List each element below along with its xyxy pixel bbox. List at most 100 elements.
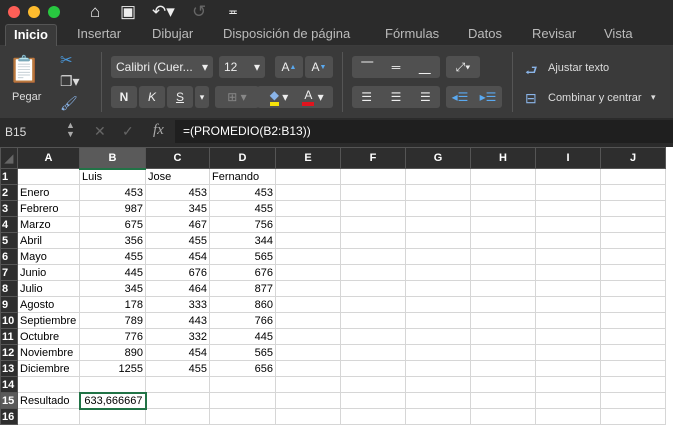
cell-C15[interactable] <box>145 392 210 409</box>
cell-B11[interactable]: 776 <box>79 328 146 345</box>
cell-H3[interactable] <box>470 200 536 217</box>
font-size-select[interactable]: 12 ▾ <box>219 56 265 78</box>
cell-D7[interactable]: 676 <box>209 264 276 281</box>
wrap-text-button[interactable]: Ajustar texto <box>548 62 609 74</box>
cell-A1[interactable] <box>17 168 80 185</box>
cell-C3[interactable]: 345 <box>145 200 210 217</box>
cell-A8[interactable]: Julio <box>17 280 80 297</box>
font-name-select[interactable]: Calibri (Cuer... ▾ <box>111 56 213 78</box>
cell-E4[interactable] <box>275 216 341 233</box>
row-header[interactable]: 14 <box>0 376 18 393</box>
cell-E15[interactable] <box>275 392 341 409</box>
cell-I8[interactable] <box>535 280 601 297</box>
cell-B2[interactable]: 453 <box>79 184 146 201</box>
cell-J14[interactable] <box>600 376 666 393</box>
row-header[interactable]: 16 <box>0 408 18 425</box>
cell-B5[interactable]: 356 <box>79 232 146 249</box>
cell-H7[interactable] <box>470 264 536 281</box>
column-header-C[interactable]: C <box>145 147 210 169</box>
orientation-button[interactable]: ⤢▾ <box>446 56 480 78</box>
cell-F6[interactable] <box>340 248 406 265</box>
cell-I14[interactable] <box>535 376 601 393</box>
cell-H15[interactable] <box>470 392 536 409</box>
cell-I12[interactable] <box>535 344 601 361</box>
cell-A15[interactable]: Resultado <box>17 392 80 409</box>
cell-G6[interactable] <box>405 248 471 265</box>
row-header[interactable]: 9 <box>0 296 18 313</box>
cell-G9[interactable] <box>405 296 471 313</box>
row-header[interactable]: 4 <box>0 216 18 233</box>
cell-B4[interactable]: 675 <box>79 216 146 233</box>
column-header-G[interactable]: G <box>405 147 471 169</box>
borders-button[interactable]: ⊞ ▾ <box>215 86 259 108</box>
row-header[interactable]: 7 <box>0 264 18 281</box>
cell-F5[interactable] <box>340 232 406 249</box>
cell-B8[interactable]: 345 <box>79 280 146 297</box>
cell-I11[interactable] <box>535 328 601 345</box>
cell-A6[interactable]: Mayo <box>17 248 80 265</box>
cell-G11[interactable] <box>405 328 471 345</box>
cell-F14[interactable] <box>340 376 406 393</box>
cell-E12[interactable] <box>275 344 341 361</box>
cell-G3[interactable] <box>405 200 471 217</box>
cell-A13[interactable]: Diciembre <box>17 360 80 377</box>
cell-I6[interactable] <box>535 248 601 265</box>
align-center-icon[interactable]: ☰ <box>391 90 402 104</box>
column-header-E[interactable]: E <box>275 147 341 169</box>
bold-button[interactable]: N <box>111 86 137 108</box>
cell-F15[interactable] <box>340 392 406 409</box>
cell-H14[interactable] <box>470 376 536 393</box>
cell-C5[interactable]: 455 <box>145 232 210 249</box>
cell-D9[interactable]: 860 <box>209 296 276 313</box>
cell-F2[interactable] <box>340 184 406 201</box>
cell-H4[interactable] <box>470 216 536 233</box>
cell-G2[interactable] <box>405 184 471 201</box>
cell-A9[interactable]: Agosto <box>17 296 80 313</box>
tab-vista[interactable]: Vista <box>604 26 633 41</box>
cell-C14[interactable] <box>145 376 210 393</box>
cell-I15[interactable] <box>535 392 601 409</box>
minimize-window-button[interactable] <box>28 6 40 18</box>
cell-C9[interactable]: 333 <box>145 296 210 313</box>
cell-C11[interactable]: 332 <box>145 328 210 345</box>
row-header[interactable]: 11 <box>0 328 18 345</box>
cell-E8[interactable] <box>275 280 341 297</box>
row-header[interactable]: 3 <box>0 200 18 217</box>
row-header[interactable]: 5 <box>0 232 18 249</box>
cell-F10[interactable] <box>340 312 406 329</box>
cell-A16[interactable] <box>17 408 80 425</box>
align-right-icon[interactable]: ☰ <box>420 90 431 104</box>
close-window-button[interactable] <box>8 6 20 18</box>
wrap-text-icon[interactable]: ⮐ <box>525 60 538 84</box>
name-box[interactable]: B15 <box>5 125 26 139</box>
cell-A11[interactable]: Octubre <box>17 328 80 345</box>
column-header-B[interactable]: B <box>79 147 146 170</box>
cell-H13[interactable] <box>470 360 536 377</box>
cell-H1[interactable] <box>470 168 536 185</box>
confirm-icon[interactable]: ✓ <box>122 123 134 140</box>
column-header-I[interactable]: I <box>535 147 601 169</box>
align-left-icon[interactable]: ☰ <box>361 90 372 104</box>
cell-A5[interactable]: Abril <box>17 232 80 249</box>
tab-formulas[interactable]: Fórmulas <box>385 26 439 41</box>
cell-B15[interactable]: 633,666667 <box>78 391 147 410</box>
cell-E6[interactable] <box>275 248 341 265</box>
column-header-D[interactable]: D <box>209 147 276 169</box>
cell-F16[interactable] <box>340 408 406 425</box>
cell-D10[interactable]: 766 <box>209 312 276 329</box>
copy-icon[interactable]: ❐▾ <box>60 73 80 90</box>
cell-I9[interactable] <box>535 296 601 313</box>
row-header[interactable]: 12 <box>0 344 18 361</box>
home-icon[interactable]: ⌂ <box>90 2 100 22</box>
cell-J3[interactable] <box>600 200 666 217</box>
cell-F1[interactable] <box>340 168 406 185</box>
underline-dropdown[interactable]: ▾ <box>195 86 209 108</box>
cell-D14[interactable] <box>209 376 276 393</box>
tab-datos[interactable]: Datos <box>468 26 502 41</box>
cell-J5[interactable] <box>600 232 666 249</box>
merge-center-icon[interactable]: ⊟ <box>525 90 537 107</box>
cell-G14[interactable] <box>405 376 471 393</box>
cell-H11[interactable] <box>470 328 536 345</box>
cut-icon[interactable]: ✂ <box>60 51 73 69</box>
cell-C8[interactable]: 464 <box>145 280 210 297</box>
